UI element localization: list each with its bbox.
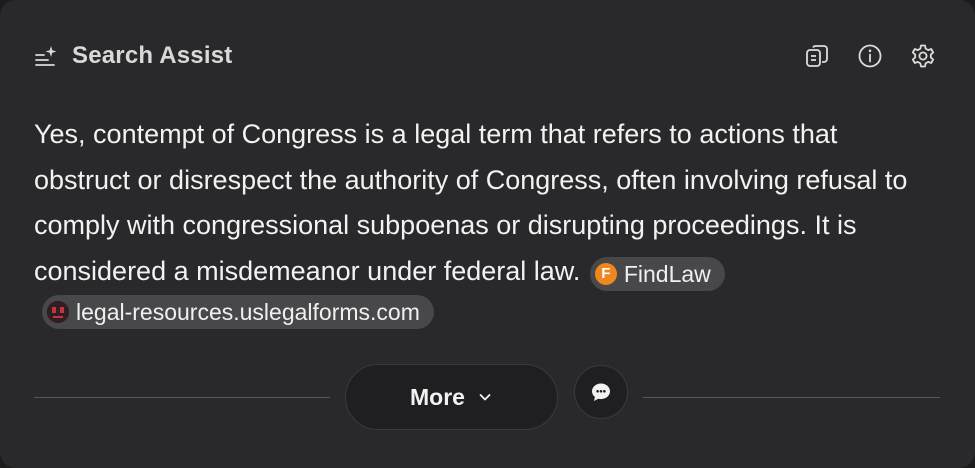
divider-left <box>34 397 330 398</box>
header-actions <box>782 38 941 74</box>
more-button[interactable]: More <box>345 364 558 430</box>
source-chip-findlaw[interactable]: F FindLaw <box>589 256 725 291</box>
source-chip-label: legal-resources.uslegalforms.com <box>76 299 420 325</box>
more-button-label: More <box>410 383 465 410</box>
search-assist-card: Search Assist Yes, contempt of Congress … <box>0 0 975 468</box>
header-title: Search Assist <box>34 38 232 74</box>
source-chip-label: FindLaw <box>623 260 711 287</box>
settings-button[interactable] <box>905 38 941 74</box>
source-chip-uslegalforms[interactable]: legal-resources.uslegalforms.com <box>42 295 434 329</box>
chat-bubble-icon <box>592 383 610 401</box>
divider-right <box>643 397 940 398</box>
copy-icon <box>806 45 828 67</box>
answer-text: Yes, contempt of Congress is a legal ter… <box>34 112 914 340</box>
answer-body: Yes, contempt of Congress is a legal ter… <box>34 119 908 286</box>
header: Search Assist <box>34 36 941 76</box>
chat-button[interactable] <box>574 365 628 419</box>
gear-icon <box>911 44 935 68</box>
panel-title: Search Assist <box>72 42 233 69</box>
copy-button[interactable] <box>799 38 835 74</box>
findlaw-logo-icon: F <box>594 262 617 285</box>
sparkle-list-icon <box>34 43 72 69</box>
info-icon <box>858 44 882 68</box>
chevron-down-icon <box>479 394 491 401</box>
info-button[interactable] <box>852 38 888 74</box>
uslegalforms-logo-icon <box>47 301 69 323</box>
